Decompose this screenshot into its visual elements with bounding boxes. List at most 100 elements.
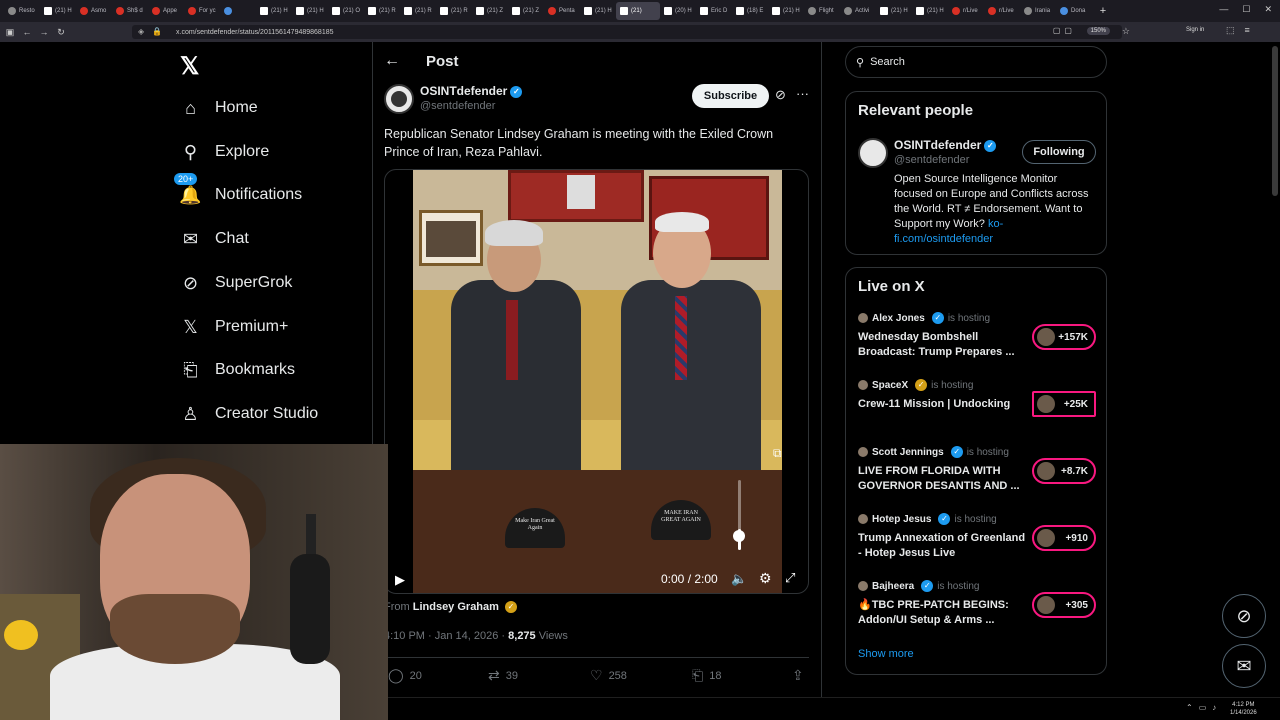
sign-in-button[interactable]: Sign in: [1186, 27, 1204, 33]
browser-tab[interactable]: Eric D: [696, 2, 732, 20]
search-input[interactable]: ⚲ Search: [845, 46, 1107, 78]
live-space-item[interactable]: Hotep Jesus ✓ is hosting Trump Annexation o…: [858, 513, 1098, 563]
browser-tab[interactable]: Sh$ d: [112, 2, 148, 20]
reload-icon[interactable]: ↻: [54, 27, 68, 38]
browser-tab[interactable]: (18) E: [732, 2, 768, 20]
live-title[interactable]: Trump Annexation of Greenland - Hotep Je…: [858, 531, 1028, 561]
live-title[interactable]: LIVE FROM FLORIDA WITH GOVERNOR DESANTIS…: [858, 464, 1028, 494]
avatar[interactable]: [384, 84, 414, 114]
menu-icon[interactable]: ≡: [1245, 25, 1250, 36]
show-more-link[interactable]: Show more: [858, 648, 914, 660]
author-handle[interactable]: @sentdefender: [420, 100, 495, 112]
back-button[interactable]: ←: [384, 52, 400, 70]
gear-icon[interactable]: ⚙: [759, 570, 772, 587]
host-name[interactable]: Hotep Jesus: [872, 514, 931, 525]
live-space-item[interactable]: Alex Jones ✓ is hosting Wednesday Bombshell…: [858, 312, 1098, 362]
browser-tab[interactable]: (21) H: [256, 2, 292, 20]
nav-item-supergrok[interactable]: ⊘ SuperGrok: [180, 269, 292, 297]
volume-icon[interactable]: 🔈: [731, 571, 747, 587]
browser-tab[interactable]: [220, 2, 256, 20]
live-title[interactable]: 🔥TBC PRE-PATCH BEGINS: Addon/UI Setup & …: [858, 598, 1028, 628]
browser-tab[interactable]: Irania: [1020, 2, 1056, 20]
browser-tab[interactable]: r/Live: [984, 2, 1020, 20]
browser-tab[interactable]: (21) H: [768, 2, 804, 20]
browser-tab[interactable]: For yc: [184, 2, 220, 20]
browser-tab[interactable]: Asmo: [76, 2, 112, 20]
extensions-icon[interactable]: ⬚: [1226, 25, 1235, 36]
nav-item-notifications[interactable]: 🔔 20+ Notifications: [174, 172, 302, 209]
subscribe-button[interactable]: Subscribe: [692, 84, 769, 108]
grok-floating-button[interactable]: ⊘: [1222, 594, 1266, 638]
live-title[interactable]: Wednesday Bombshell Broadcast: Trump Pre…: [858, 330, 1028, 360]
browser-tab[interactable]: (21) Z: [508, 2, 544, 20]
host-name[interactable]: Alex Jones: [872, 313, 925, 324]
browser-tab[interactable]: (20) H: [660, 2, 696, 20]
star-icon[interactable]: ☆: [1122, 26, 1130, 37]
tray-icons[interactable]: ⌃▭♪: [1186, 703, 1222, 712]
live-space-item[interactable]: Bajheera ✓ is hosting 🔥TBC PRE-PATCH BEGINS…: [858, 580, 1098, 630]
play-icon[interactable]: ▶: [395, 572, 405, 588]
x-logo-icon[interactable]: 𝕏: [180, 52, 199, 81]
browser-tab[interactable]: (21) R: [436, 2, 472, 20]
fullscreen-icon[interactable]: ⤢: [785, 570, 795, 586]
timestamp[interactable]: 4:10 PM · Jan 14, 2026 ·: [384, 630, 508, 642]
bookmark-button[interactable]: ⎗ 18: [692, 667, 721, 684]
browser-tab[interactable]: (21) H: [580, 2, 616, 20]
nav-item-bookmarks[interactable]: ⎗ Bookmarks: [180, 356, 295, 384]
nav-item-home[interactable]: ⌂ Home: [180, 94, 258, 122]
browser-tab[interactable]: Resto: [4, 2, 40, 20]
host-name[interactable]: Bajheera: [872, 581, 914, 592]
close-icon[interactable]: ✕: [1264, 4, 1272, 15]
repost-button[interactable]: ⇄ 39: [488, 667, 518, 684]
browser-tab[interactable]: Dona: [1056, 2, 1092, 20]
author-name[interactable]: OSINTdefender ✓: [420, 84, 523, 98]
source-name[interactable]: Lindsey Graham: [413, 601, 499, 613]
minimize-icon[interactable]: —: [1219, 4, 1228, 15]
more-options-icon[interactable]: ···: [796, 86, 809, 101]
browser-tab[interactable]: (21) R: [364, 2, 400, 20]
listener-count-pill[interactable]: +305: [1032, 592, 1096, 618]
browser-tab[interactable]: (21) H: [292, 2, 328, 20]
listener-count-pill[interactable]: +8.7K: [1032, 458, 1096, 484]
nav-item-chat[interactable]: ✉ Chat: [180, 225, 249, 253]
browser-tab[interactable]: (21) Z: [472, 2, 508, 20]
browser-tab[interactable]: Activi: [840, 2, 876, 20]
system-clock[interactable]: 4:12 PM 1/14/2026: [1230, 701, 1257, 717]
browser-tab[interactable]: (21) H: [876, 2, 912, 20]
url-bar[interactable]: ◈ 🔒 x.com/sentdefender/status/2011561479…: [132, 25, 1130, 39]
browser-tab[interactable]: (21): [616, 2, 661, 20]
host-name[interactable]: SpaceX: [872, 380, 908, 391]
zoom-level[interactable]: 150%: [1086, 27, 1110, 35]
nav-item-premium[interactable]: 𝕏 Premium+: [180, 313, 288, 341]
sidebar-toggle-icon[interactable]: ▣: [3, 27, 17, 38]
volume-knob[interactable]: [733, 530, 745, 542]
like-button[interactable]: ♡ 258: [590, 667, 627, 684]
reply-button[interactable]: ◯ 20: [388, 667, 422, 684]
host-name[interactable]: Scott Jennings: [872, 447, 944, 458]
browser-tab[interactable]: (21) H: [40, 2, 76, 20]
video-frame[interactable]: Make Iran Great Again MAKE IRAN GREAT AG…: [413, 170, 782, 593]
picture-in-picture-icon[interactable]: ⧉: [773, 446, 782, 461]
browser-tab[interactable]: (21) R: [400, 2, 436, 20]
browser-tab[interactable]: r/Live: [948, 2, 984, 20]
listener-count-pill[interactable]: +910: [1032, 525, 1096, 551]
live-space-item[interactable]: Scott Jennings ✓ is hosting LIVE FROM FLORI…: [858, 446, 1098, 496]
browser-tab[interactable]: (21) H: [912, 2, 948, 20]
messages-floating-button[interactable]: ✉: [1222, 644, 1266, 688]
following-button[interactable]: Following: [1022, 140, 1096, 164]
back-arrow-icon[interactable]: ←: [20, 27, 34, 37]
avatar[interactable]: [858, 138, 888, 168]
nav-item-creator-studio[interactable]: ♙ Creator Studio: [180, 400, 318, 428]
live-title[interactable]: Crew-11 Mission | Undocking: [858, 397, 1028, 412]
extension-icons[interactable]: ▢▢: [1053, 26, 1076, 35]
maximize-icon[interactable]: ☐: [1242, 4, 1250, 15]
nav-item-explore[interactable]: ⚲ Explore: [180, 138, 269, 166]
person-handle[interactable]: @sentdefender: [894, 154, 969, 166]
person-name[interactable]: OSINTdefender ✓: [894, 138, 997, 152]
browser-tab[interactable]: Penta: [544, 2, 580, 20]
listener-count-pill[interactable]: +157K: [1032, 324, 1096, 350]
forward-arrow-icon[interactable]: →: [37, 27, 51, 37]
new-tab-button[interactable]: +: [1096, 5, 1110, 17]
scrollbar[interactable]: [1272, 46, 1278, 196]
browser-tab[interactable]: Flight: [804, 2, 840, 20]
